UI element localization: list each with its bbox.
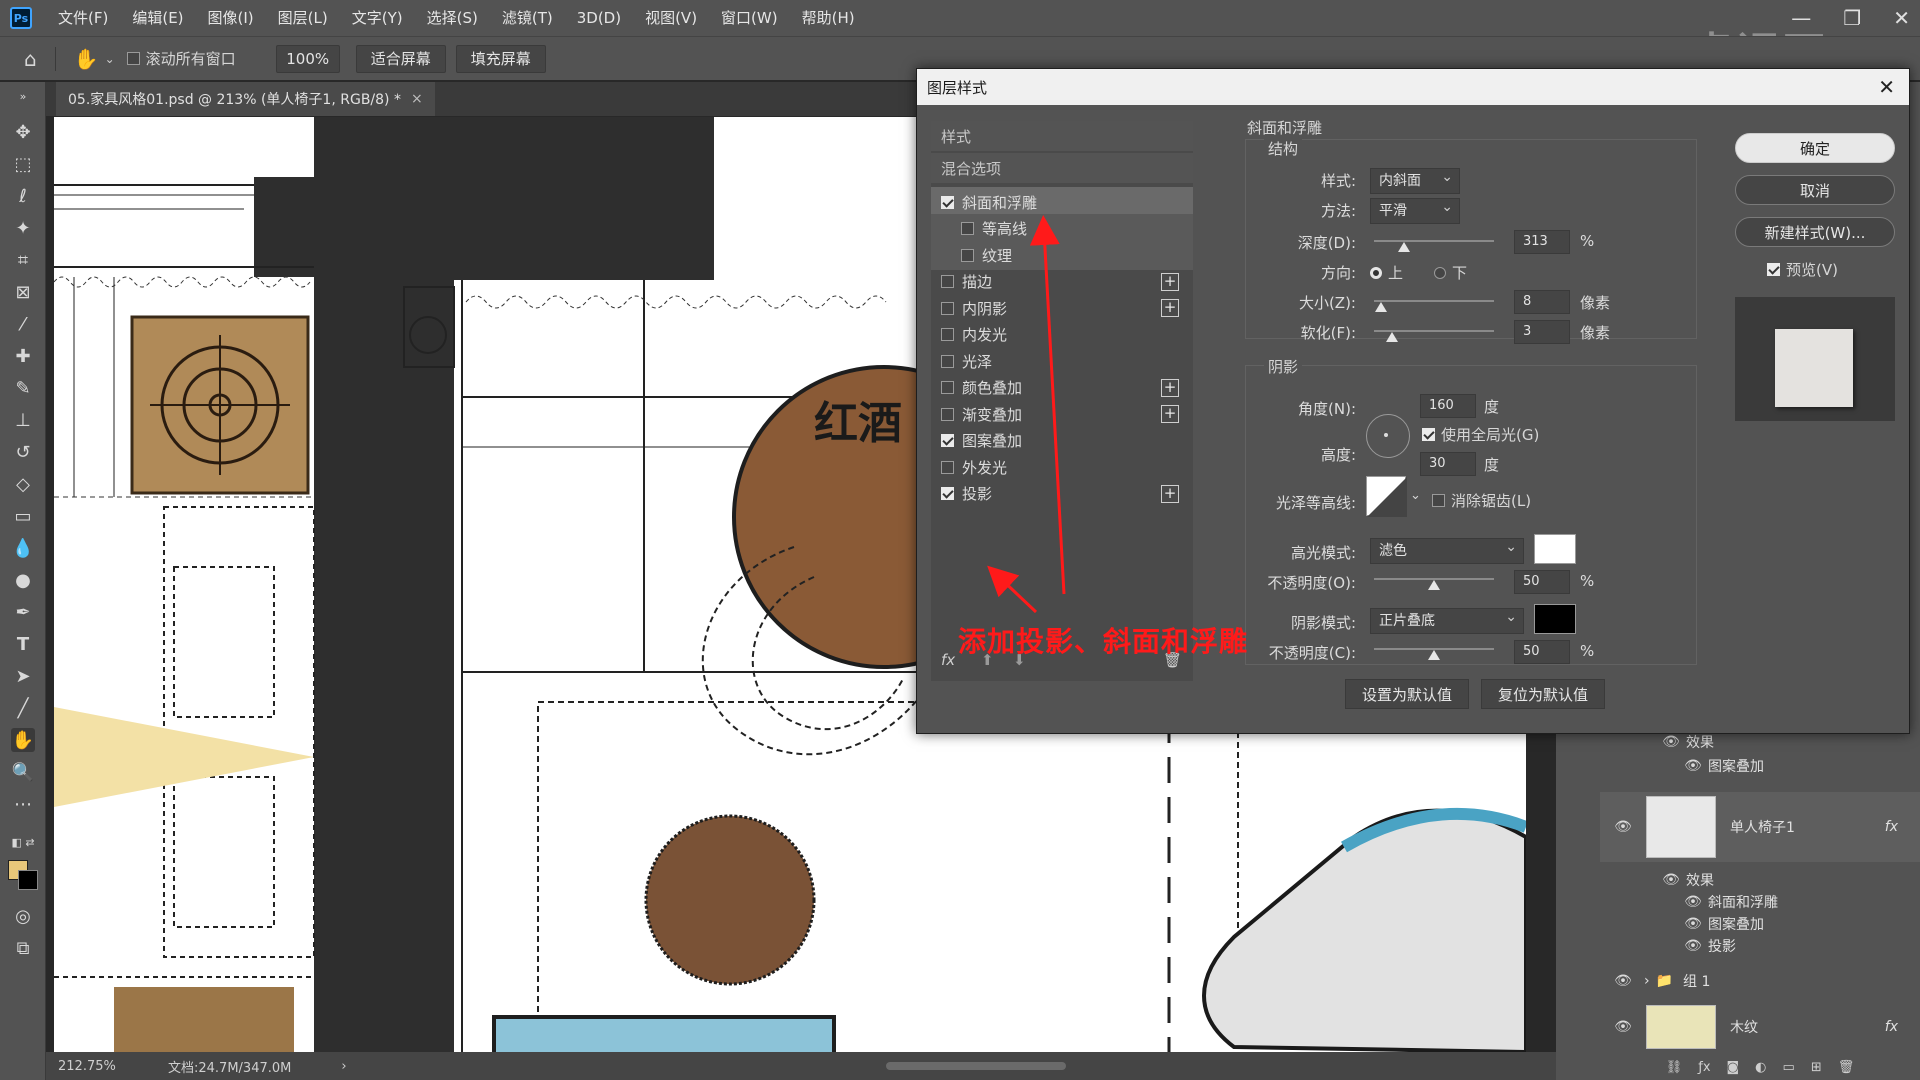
annotation-text: 添加投影、斜面和浮雕 <box>958 625 1249 658</box>
arrow-to-drop-shadow <box>987 565 1038 614</box>
annotation-arrows <box>987 215 1066 614</box>
arrow-to-bevel <box>1029 215 1066 595</box>
